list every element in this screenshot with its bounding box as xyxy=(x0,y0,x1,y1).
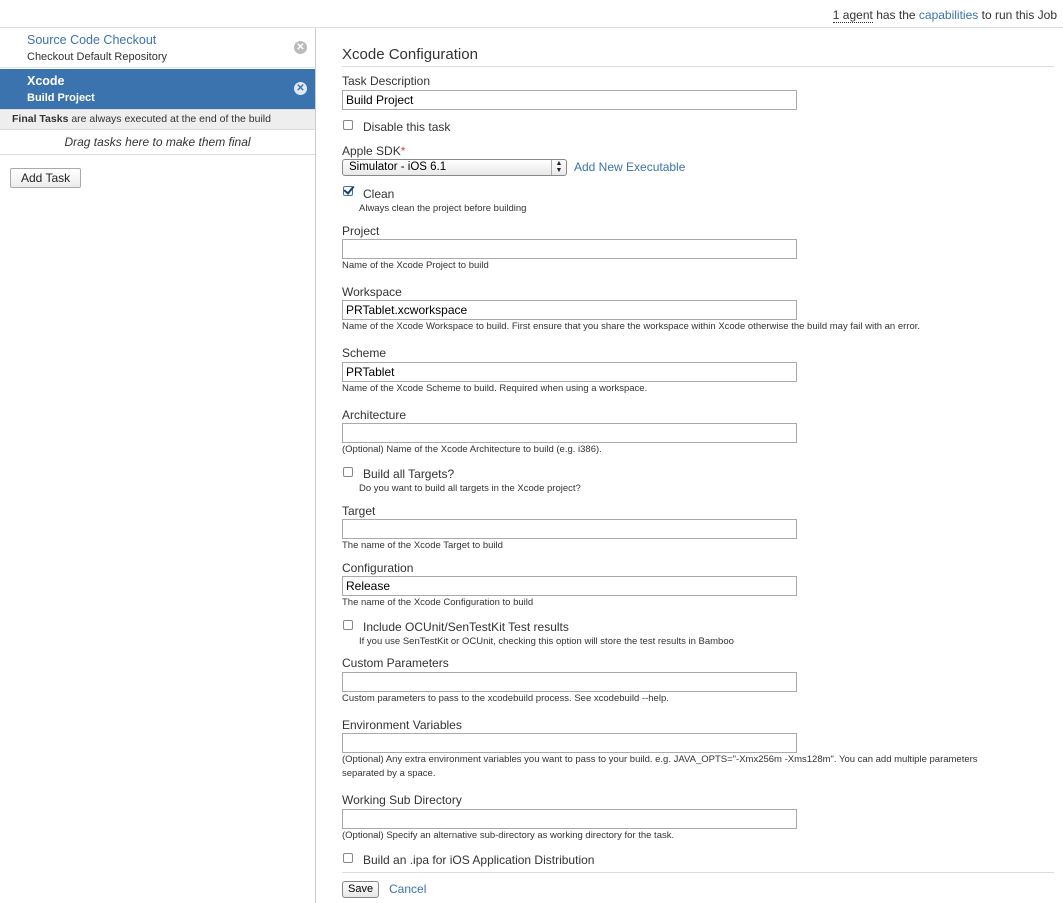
working-sub-directory-description: (Optional) Specify an alternative sub-di… xyxy=(342,830,675,841)
clean-label: Clean xyxy=(363,187,395,201)
remove-task-icon[interactable]: ✕ xyxy=(294,41,307,54)
workspace-input[interactable] xyxy=(342,300,797,320)
architecture-description: (Optional) Name of the Xcode Architectur… xyxy=(342,444,602,455)
build-all-targets-label: Build all Targets? xyxy=(363,467,455,481)
task-description-label: Task Description xyxy=(342,74,431,88)
final-tasks-drop-zone[interactable]: Drag tasks here to make them final xyxy=(0,130,315,155)
build-all-targets-checkbox[interactable] xyxy=(343,467,353,477)
task-title: Source Code Checkout xyxy=(27,33,157,47)
top-bar: 1 agent has the capabilities to run this… xyxy=(0,0,1063,28)
custom-parameters-description: Custom parameters to pass to the xcodebu… xyxy=(342,693,669,704)
task-subtitle: Build Project xyxy=(27,92,95,104)
apple-sdk-label-text: Apple SDK xyxy=(342,144,401,158)
environment-variables-description-cont: separated by a space. xyxy=(342,768,436,779)
target-label: Target xyxy=(342,504,376,518)
apple-sdk-select[interactable]: Simulator - iOS 6.1 ▲ ▼ xyxy=(342,159,567,176)
required-marker: * xyxy=(400,144,406,158)
task-title: Xcode xyxy=(27,74,65,88)
workspace-label: Workspace xyxy=(342,285,402,299)
page-title: Xcode Configuration xyxy=(342,46,1054,67)
final-tasks-text: are always executed at the end of the bu… xyxy=(71,113,271,125)
custom-parameters-input[interactable] xyxy=(342,672,797,692)
build-all-targets-description: Do you want to build all targets in the … xyxy=(359,483,581,494)
configuration-description: The name of the Xcode Configuration to b… xyxy=(342,597,534,608)
disable-task-label: Disable this task xyxy=(363,120,451,134)
environment-variables-label: Environment Variables xyxy=(342,718,462,732)
agent-capabilities-text: 1 agent has the capabilities to run this… xyxy=(832,8,1057,23)
scheme-label: Scheme xyxy=(342,346,387,360)
build-ipa-checkbox[interactable] xyxy=(343,853,353,863)
capabilities-link[interactable]: capabilities xyxy=(919,8,978,22)
apple-sdk-label: Apple SDK* xyxy=(342,144,405,158)
add-new-executable-link[interactable]: Add New Executable xyxy=(574,160,685,174)
remove-task-icon[interactable]: ✕ xyxy=(294,82,307,95)
project-input[interactable] xyxy=(342,239,797,259)
task-item-xcode[interactable]: Xcode Build Project ✕ xyxy=(0,69,315,109)
task-item-source-code-checkout[interactable]: Source Code Checkout Checkout Default Re… xyxy=(0,28,315,68)
target-description: The name of the Xcode Target to build xyxy=(342,540,503,551)
scheme-input[interactable] xyxy=(342,362,797,382)
configuration-input[interactable] xyxy=(342,576,797,596)
target-input[interactable] xyxy=(342,519,797,539)
cancel-link[interactable]: Cancel xyxy=(389,882,426,896)
apple-sdk-selected-value: Simulator - iOS 6.1 xyxy=(349,161,447,173)
agent-count-link[interactable]: 1 agent xyxy=(832,8,873,23)
project-description: Name of the Xcode Project to build xyxy=(342,260,489,271)
custom-parameters-label: Custom Parameters xyxy=(342,656,449,670)
add-task-button[interactable]: Add Task xyxy=(10,168,82,188)
ocunit-label: Include OCUnit/SenTestKit Test results xyxy=(363,620,569,634)
form-footer-divider xyxy=(342,872,1054,873)
scheme-description: Name of the Xcode Scheme to build. Requi… xyxy=(342,383,648,394)
project-label: Project xyxy=(342,224,380,238)
task-sidebar: Source Code Checkout Checkout Default Re… xyxy=(0,28,316,903)
working-sub-directory-label: Working Sub Directory xyxy=(342,793,462,807)
configuration-label: Configuration xyxy=(342,561,414,575)
final-tasks-bar: Final Tasks are always executed at the e… xyxy=(0,109,315,130)
environment-variables-input[interactable] xyxy=(342,733,797,753)
build-ipa-label: Build an .ipa for iOS Application Distri… xyxy=(363,853,595,867)
task-description-input[interactable] xyxy=(342,90,797,110)
final-tasks-title: Final Tasks xyxy=(12,113,69,125)
environment-variables-description: (Optional) Any extra environment variabl… xyxy=(342,754,978,765)
disable-task-checkbox[interactable] xyxy=(343,120,353,130)
agent-text-end: to run this Job xyxy=(981,8,1057,22)
architecture-label: Architecture xyxy=(342,408,407,422)
save-button[interactable]: Save xyxy=(342,881,380,898)
select-arrows-icon: ▲ ▼ xyxy=(551,160,566,175)
ocunit-checkbox[interactable] xyxy=(343,620,353,630)
task-subtitle: Checkout Default Repository xyxy=(27,51,168,63)
workspace-description: Name of the Xcode Workspace to build. Fi… xyxy=(342,321,921,332)
clean-description: Always clean the project before building xyxy=(359,203,527,214)
working-sub-directory-input[interactable] xyxy=(342,809,797,829)
agent-text: has the xyxy=(876,8,916,22)
architecture-input[interactable] xyxy=(342,423,797,443)
clean-checkbox[interactable] xyxy=(343,186,353,196)
ocunit-description: If you use SenTestKit or OCUnit, checkin… xyxy=(359,636,734,647)
